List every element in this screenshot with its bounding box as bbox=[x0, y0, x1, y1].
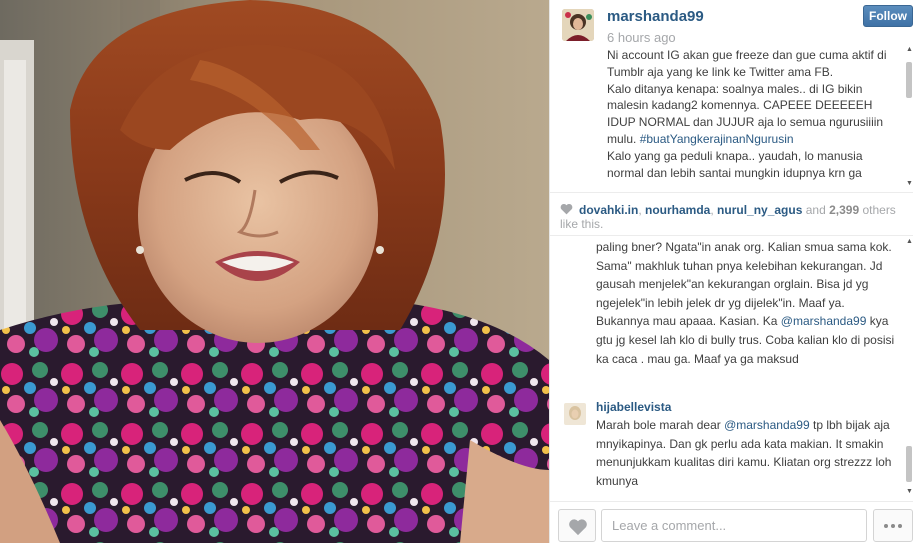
mention-link[interactable]: @marshanda99 bbox=[724, 418, 810, 432]
likes-and: and bbox=[802, 203, 830, 217]
follow-button[interactable]: Follow bbox=[863, 5, 913, 27]
comment-item: Marah bole marah dear @marshanda99 tp lb… bbox=[596, 416, 896, 490]
post-timestamp[interactable]: 6 hours ago bbox=[607, 30, 676, 45]
more-dots-icon bbox=[891, 524, 895, 528]
caption-text: Ni account IG akan gue freeze dan gue cu… bbox=[607, 48, 887, 79]
arrow-up-icon[interactable]: ▲ bbox=[906, 238, 913, 246]
likes-separator: , bbox=[638, 203, 646, 217]
post-photo[interactable] bbox=[0, 0, 549, 543]
arrow-down-icon[interactable]: ▼ bbox=[906, 180, 913, 188]
arrow-down-icon[interactable]: ▼ bbox=[906, 488, 913, 496]
comments-list: paling bner? Ngata"in anak org. Kalian s… bbox=[550, 236, 913, 498]
scrollbar-thumb[interactable] bbox=[906, 62, 912, 98]
post-header: marshanda99 6 hours ago Follow Ni accoun… bbox=[550, 0, 913, 192]
mention-link[interactable]: @marshanda99 bbox=[781, 314, 867, 328]
selfie-image bbox=[0, 0, 549, 543]
comment-footer bbox=[550, 502, 913, 543]
arrow-up-icon[interactable]: ▲ bbox=[906, 46, 913, 54]
post-username[interactable]: marshanda99 bbox=[607, 8, 704, 25]
divider bbox=[550, 192, 913, 193]
liker-link[interactable]: nurul_ny_agus bbox=[717, 203, 802, 217]
like-button[interactable] bbox=[558, 509, 596, 542]
comment-text: Marah bole marah dear bbox=[596, 418, 725, 432]
more-dots-icon bbox=[898, 524, 902, 528]
commenter-username[interactable]: hijabellevista bbox=[596, 400, 671, 414]
heart-icon bbox=[560, 203, 573, 215]
caption-text: Kalo ditanya kenapa: soalnya males.. di … bbox=[607, 81, 901, 148]
user-avatar[interactable] bbox=[562, 9, 594, 41]
hashtag-link[interactable]: #buatYangkerajinanNgurusin bbox=[640, 132, 794, 146]
likes-summary: dovahki.in, nourhamda, nurul_ny_agus and… bbox=[560, 203, 910, 231]
more-dots-icon bbox=[884, 524, 888, 528]
liker-link[interactable]: nourhamda bbox=[645, 203, 710, 217]
avatar-image bbox=[564, 403, 586, 425]
scrollbar-thumb[interactable] bbox=[906, 446, 912, 482]
commenter-avatar[interactable] bbox=[564, 403, 586, 425]
comment-item: paling bner? Ngata"in anak org. Kalian s… bbox=[596, 238, 896, 368]
post-detail-panel: marshanda99 6 hours ago Follow Ni accoun… bbox=[549, 0, 913, 543]
comment-input[interactable] bbox=[601, 509, 867, 542]
liker-link[interactable]: dovahki.in bbox=[579, 203, 638, 217]
caption-text: Kalo yang ga peduli knapa.. yaudah, lo m… bbox=[607, 148, 863, 180]
more-options-button[interactable] bbox=[873, 509, 913, 542]
caption-scrollbar[interactable]: ▲ ▼ bbox=[904, 46, 913, 188]
avatar-image bbox=[562, 9, 594, 41]
comments-scrollbar[interactable]: ▲ ▼ bbox=[904, 236, 913, 498]
heart-icon bbox=[569, 519, 587, 536]
likes-count[interactable]: 2,399 bbox=[829, 203, 859, 217]
post-caption: Ni account IG akan gue freeze dan gue cu… bbox=[607, 47, 901, 189]
